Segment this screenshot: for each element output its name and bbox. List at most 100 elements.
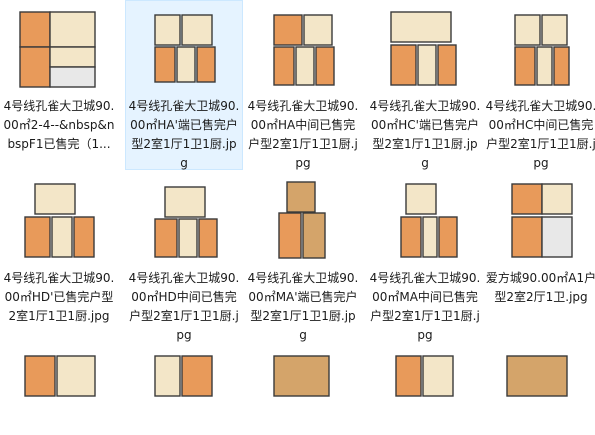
file-name: 4号线孔雀大卫城90.00㎡HC'端已售完户型2室1厅1卫1厨.jpg bbox=[369, 99, 481, 170]
room-shape bbox=[154, 218, 178, 258]
floorplan-drawing bbox=[511, 183, 573, 258]
room-shape bbox=[49, 46, 96, 68]
file-item[interactable] bbox=[244, 344, 362, 403]
file-name: 4号线孔雀大卫城90.00㎡2-4--&nbsp&nbspF1已售完（1... bbox=[3, 99, 115, 151]
floorplan-drawing bbox=[154, 186, 218, 258]
file-name: 4号线孔雀大卫城90.00㎡HA'端已售完户型2室1厅1卫1厨.jpg bbox=[128, 99, 240, 170]
floorplan-thumbnail bbox=[259, 351, 349, 435]
file-name: 爱方城90.00㎡A1户型2室2厅1卫.jpg bbox=[485, 271, 595, 304]
room-shape bbox=[390, 11, 452, 43]
room-shape bbox=[541, 216, 573, 258]
file-name: 4号线孔雀大卫城90.00㎡HC中间已售完户型2室1厅1卫1厨.jpg bbox=[485, 99, 595, 170]
file-name: 4号线孔雀大卫城90.00㎡MA'端已售完户型2室1厅1卫1厨.jpg bbox=[247, 271, 359, 342]
floorplan-thumbnail bbox=[259, 179, 349, 263]
file-item[interactable]: 4号线孔雀大卫城90.00㎡MA'端已售完户型2室1厅1卫1厨.jpg bbox=[244, 172, 362, 344]
room-shape bbox=[154, 355, 181, 397]
floorplan-drawing bbox=[154, 355, 213, 397]
file-item[interactable]: 4号线孔雀大卫城90.00㎡HC中间已售完户型2室1厅1卫1厨.jpg bbox=[482, 0, 595, 170]
floorplan-drawing bbox=[24, 355, 96, 397]
floorplan-thumbnail bbox=[15, 351, 105, 435]
room-shape bbox=[273, 14, 303, 46]
room-shape bbox=[514, 14, 541, 46]
room-shape bbox=[405, 183, 437, 215]
floorplan-thumbnail bbox=[497, 179, 587, 263]
room-shape bbox=[49, 11, 96, 48]
floorplan-thumbnail bbox=[140, 7, 230, 91]
room-shape bbox=[437, 44, 457, 86]
floorplan-thumbnail bbox=[497, 351, 587, 435]
room-shape bbox=[417, 44, 437, 86]
floorplan-drawing bbox=[400, 183, 458, 258]
floorplan-thumbnail bbox=[381, 179, 471, 263]
file-item[interactable]: 4号线孔雀大卫城90.00㎡HA'端已售完户型2室1厅1卫1厨.jpg bbox=[125, 0, 243, 170]
room-shape bbox=[196, 46, 216, 83]
file-item[interactable]: 4号线孔雀大卫城90.00㎡2-4--&nbsp&nbspF1已售完（1... bbox=[0, 0, 118, 170]
floorplan-drawing bbox=[154, 14, 216, 83]
room-shape bbox=[541, 183, 573, 215]
room-shape bbox=[19, 46, 51, 88]
file-item[interactable]: 4号线孔雀大卫城90.00㎡HA中间已售完户型2室1厅1卫1厨.jpg bbox=[244, 0, 362, 170]
file-item[interactable]: 4号线孔雀大卫城90.00㎡HD'已售完户型2室1厅1卫1厨.jpg bbox=[0, 172, 118, 344]
room-shape bbox=[24, 355, 56, 397]
file-thumbnail-grid: 4号线孔雀大卫城90.00㎡2-4--&nbsp&nbspF1已售完（1... … bbox=[0, 0, 595, 403]
room-shape bbox=[511, 183, 543, 215]
file-item[interactable] bbox=[125, 344, 243, 403]
room-shape bbox=[178, 218, 198, 258]
file-item[interactable] bbox=[0, 344, 118, 403]
room-shape bbox=[286, 181, 316, 213]
room-shape bbox=[154, 46, 176, 83]
floorplan-thumbnail bbox=[497, 7, 587, 91]
floorplan-thumbnail bbox=[140, 351, 230, 435]
room-shape bbox=[390, 44, 417, 86]
room-shape bbox=[422, 216, 438, 258]
file-name: 4号线孔雀大卫城90.00㎡HA中间已售完户型2室1厅1卫1厨.jpg bbox=[247, 99, 359, 170]
room-shape bbox=[273, 355, 330, 397]
floorplan-thumbnail bbox=[381, 351, 471, 435]
floorplan-thumbnail bbox=[259, 7, 349, 91]
room-shape bbox=[176, 46, 196, 83]
file-name: 4号线孔雀大卫城90.00㎡HD'已售完户型2室1厅1卫1厨.jpg bbox=[3, 271, 115, 323]
file-name: 4号线孔雀大卫城90.00㎡HD中间已售完户型2室1厅1卫1厨.jpg bbox=[128, 271, 240, 342]
floorplan-drawing bbox=[390, 11, 457, 86]
room-shape bbox=[438, 216, 458, 258]
room-shape bbox=[181, 14, 213, 46]
floorplan-thumbnail bbox=[381, 7, 471, 91]
file-item[interactable] bbox=[482, 344, 595, 403]
room-shape bbox=[395, 355, 422, 397]
room-shape bbox=[303, 14, 333, 46]
room-shape bbox=[154, 14, 181, 46]
room-shape bbox=[181, 355, 213, 397]
floorplan-thumbnail bbox=[15, 7, 105, 91]
room-shape bbox=[541, 14, 568, 46]
file-name: 4号线孔雀大卫城90.00㎡MA中间已售完户型2室1厅1卫1厨.jpg bbox=[369, 271, 481, 342]
file-item[interactable]: 4号线孔雀大卫城90.00㎡HC'端已售完户型2室1厅1卫1厨.jpg bbox=[366, 0, 484, 170]
floorplan-drawing bbox=[19, 11, 96, 88]
file-item[interactable]: 爱方城90.00㎡A1户型2室2厅1卫.jpg bbox=[482, 172, 595, 344]
room-shape bbox=[49, 66, 96, 88]
room-shape bbox=[315, 46, 335, 86]
room-shape bbox=[553, 46, 570, 86]
room-shape bbox=[24, 216, 51, 258]
file-item[interactable]: 4号线孔雀大卫城90.00㎡HD中间已售完户型2室1厅1卫1厨.jpg bbox=[125, 172, 243, 344]
room-shape bbox=[19, 11, 51, 48]
floorplan-thumbnail bbox=[15, 179, 105, 263]
floorplan-drawing bbox=[506, 355, 568, 397]
room-shape bbox=[514, 46, 536, 86]
file-item[interactable]: 4号线孔雀大卫城90.00㎡MA中间已售完户型2室1厅1卫1厨.jpg bbox=[366, 172, 484, 344]
floorplan-drawing bbox=[395, 355, 454, 397]
room-shape bbox=[34, 183, 76, 215]
room-shape bbox=[400, 216, 422, 258]
room-shape bbox=[302, 212, 326, 259]
room-shape bbox=[278, 212, 302, 259]
room-shape bbox=[51, 216, 73, 258]
room-shape bbox=[506, 355, 568, 397]
file-item[interactable] bbox=[366, 344, 484, 403]
floorplan-thumbnail bbox=[140, 179, 230, 263]
room-shape bbox=[273, 46, 295, 86]
floorplan-drawing bbox=[278, 181, 326, 259]
room-shape bbox=[164, 186, 206, 218]
room-shape bbox=[198, 218, 218, 258]
floorplan-drawing bbox=[273, 355, 330, 397]
room-shape bbox=[295, 46, 315, 86]
floorplan-drawing bbox=[514, 14, 570, 86]
